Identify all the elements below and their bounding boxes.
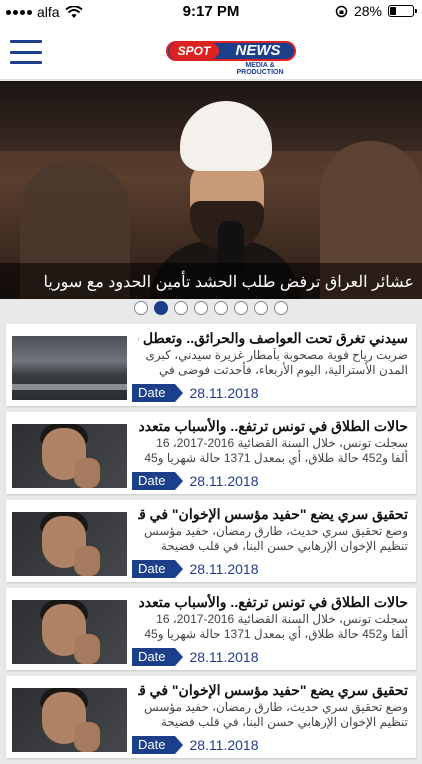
- article-thumbnail[interactable]: [12, 600, 127, 664]
- article-date-row: Date 28.11.2018: [132, 384, 259, 402]
- date-badge: Date: [132, 648, 185, 666]
- article-list: سيدني تغرق تحت العواصف والحرائق.. وتعطل …: [6, 324, 416, 764]
- battery-icon: [388, 5, 417, 17]
- article-date-row: Date 28.11.2018: [132, 560, 259, 578]
- logo-news-text: NEWS: [235, 42, 281, 59]
- date-badge: Date: [132, 560, 185, 578]
- article-card[interactable]: تحقيق سري يضع "حفيد مؤسس الإخوان" في قلب…: [6, 676, 416, 758]
- menu-icon[interactable]: [10, 40, 42, 64]
- article-date: 28.11.2018: [189, 737, 259, 753]
- article-thumbnail[interactable]: [12, 512, 127, 576]
- slider-dot[interactable]: [154, 301, 168, 315]
- hero-caption: عشائر العراق ترفض طلب الحشد تأمين الحدود…: [43, 274, 414, 291]
- article-summary: سجلت تونس، خلال السنة القضائية 2016-2017…: [144, 436, 408, 465]
- slider-dot[interactable]: [134, 301, 148, 315]
- article-card[interactable]: تحقيق سري يضع "حفيد مؤسس الإخوان" في قلب…: [6, 500, 416, 582]
- article-summary: وضع تحقيق سري حديث، طارق رمضان، حفيد مؤس…: [144, 524, 408, 553]
- status-right: 28%: [335, 3, 417, 19]
- article-title[interactable]: تحقيق سري يضع "حفيد مؤسس الإخوان" في قلب…: [138, 682, 408, 699]
- article-summary: سجلت تونس، خلال السنة القضائية 2016-2017…: [144, 612, 408, 641]
- date-badge: Date: [132, 384, 185, 402]
- article-summary: وضع تحقيق سري حديث، طارق رمضان، حفيد مؤس…: [144, 700, 408, 729]
- status-bar: alfa 9:17 PM 28%: [0, 0, 422, 24]
- slider-dot[interactable]: [274, 301, 288, 315]
- article-date-row: Date 28.11.2018: [132, 648, 259, 666]
- article-card[interactable]: حالات الطلاق في تونس ترتفع.. والأسباب مت…: [6, 412, 416, 494]
- hero-slide[interactable]: عشائر العراق ترفض طلب الحشد تأمين الحدود…: [0, 81, 422, 299]
- logo-spot-text: SPOT: [169, 43, 219, 59]
- article-summary: ضربت رياح قوية مصحوبة بأمطار غزيرة سيدني…: [145, 348, 408, 377]
- article-date-row: Date 28.11.2018: [132, 472, 259, 490]
- slider-dot[interactable]: [174, 301, 188, 315]
- orientation-lock-icon: [335, 5, 348, 17]
- slider-dot[interactable]: [254, 301, 268, 315]
- battery-percent: 28%: [353, 3, 382, 19]
- spot-news-logo[interactable]: SPOT NEWS MEDIA & PRODUCTION: [166, 38, 296, 76]
- article-title[interactable]: تحقيق سري يضع "حفيد مؤسس الإخوان" في قلب…: [138, 506, 408, 523]
- date-badge: Date: [132, 736, 185, 754]
- article-date: 28.11.2018: [189, 473, 259, 489]
- article-card[interactable]: سيدني تغرق تحت العواصف والحرائق.. وتعطل …: [6, 324, 416, 406]
- article-thumbnail[interactable]: [12, 336, 127, 400]
- slider-pagination: [0, 301, 422, 323]
- article-title[interactable]: سيدني تغرق تحت العواصف والحرائق.. وتعطل …: [138, 330, 408, 347]
- slider-dot[interactable]: [234, 301, 248, 315]
- article-thumbnail[interactable]: [12, 688, 127, 752]
- logo-subtitle: MEDIA & PRODUCTION: [236, 62, 284, 76]
- slider-dot[interactable]: [194, 301, 208, 315]
- article-title[interactable]: حالات الطلاق في تونس ترتفع.. والأسباب مت…: [138, 594, 408, 611]
- slider-dot[interactable]: [214, 301, 228, 315]
- article-date: 28.11.2018: [189, 561, 259, 577]
- article-date: 28.11.2018: [189, 649, 259, 665]
- article-thumbnail[interactable]: [12, 424, 127, 488]
- date-badge: Date: [132, 472, 185, 490]
- app-header: SPOT NEWS MEDIA & PRODUCTION: [0, 24, 422, 80]
- article-date: 28.11.2018: [189, 385, 259, 401]
- article-date-row: Date 28.11.2018: [132, 736, 259, 754]
- article-title[interactable]: حالات الطلاق في تونس ترتفع.. والأسباب مت…: [138, 418, 408, 435]
- article-card[interactable]: حالات الطلاق في تونس ترتفع.. والأسباب مت…: [6, 588, 416, 670]
